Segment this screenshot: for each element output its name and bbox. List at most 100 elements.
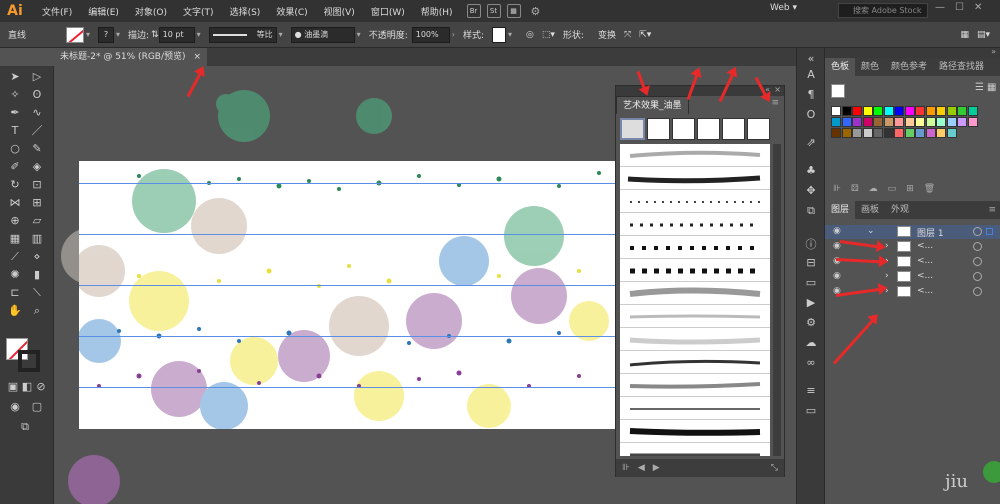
color-swatch[interactable] xyxy=(894,106,904,116)
close-icon[interactable]: ✕ xyxy=(974,2,982,13)
brush-thumb[interactable] xyxy=(697,118,720,140)
menu-file[interactable]: 文件(F) xyxy=(34,5,80,18)
gpu-icon[interactable]: ⚙ xyxy=(531,5,541,18)
color-swatch[interactable] xyxy=(967,117,978,127)
graph-tool-icon[interactable]: ▮ xyxy=(28,268,46,282)
color-swatch[interactable] xyxy=(946,117,957,127)
lasso-icon[interactable]: ʘ xyxy=(28,88,46,102)
artboard-tool-icon[interactable]: ⊏ xyxy=(6,286,24,300)
menu-window[interactable]: 窗口(W) xyxy=(363,5,413,18)
color-swatch[interactable] xyxy=(831,128,841,138)
selection-tool-icon[interactable]: ➤ xyxy=(6,70,24,84)
none-mode-icon[interactable]: ⊘ xyxy=(32,380,50,394)
color-swatch[interactable] xyxy=(883,128,894,138)
gradient-icon[interactable]: ▥ xyxy=(28,232,46,246)
menu-icon[interactable]: ≡ xyxy=(802,384,820,398)
brush-item[interactable] xyxy=(620,374,770,397)
color-swatch[interactable] xyxy=(936,128,946,138)
rotate-icon[interactable]: ↻ xyxy=(6,178,24,192)
color-swatch[interactable] xyxy=(873,117,883,127)
workspace-icon[interactable]: ▤▾ xyxy=(977,30,990,40)
layer-row[interactable]: ◉ › <... xyxy=(825,270,1000,284)
curvature-icon[interactable]: ∿ xyxy=(28,106,46,120)
color-swatch[interactable] xyxy=(831,117,841,127)
panel-menu-icon[interactable]: ≡ xyxy=(988,205,996,215)
list-view-icon[interactable]: ☰ xyxy=(975,82,984,93)
stock-button[interactable]: St xyxy=(486,4,501,18)
color-swatch[interactable] xyxy=(862,106,873,116)
path-guide[interactable] xyxy=(79,234,616,235)
blend-icon[interactable]: ⋄ xyxy=(28,250,46,264)
panel-options-icon[interactable]: ▦ xyxy=(960,30,969,40)
color-swatch[interactable] xyxy=(936,117,946,127)
menu-object[interactable]: 对象(O) xyxy=(127,5,175,18)
target-icon[interactable] xyxy=(973,227,982,236)
type-tool-icon[interactable]: T xyxy=(6,124,24,138)
brush-item[interactable] xyxy=(620,397,770,420)
color-swatch[interactable] xyxy=(862,117,873,127)
color-swatch[interactable] xyxy=(915,117,925,127)
brush-thumb[interactable] xyxy=(620,118,645,140)
layer-row[interactable]: ◉ ⌄ 图层 1 xyxy=(825,225,1000,239)
symbols-icon[interactable]: ♣ xyxy=(802,164,820,178)
menu-select[interactable]: 选择(S) xyxy=(222,5,269,18)
color-swatch[interactable] xyxy=(925,128,936,138)
opentype-icon[interactable]: O xyxy=(802,108,820,122)
kind-icon[interactable]: ⚄ xyxy=(851,184,859,194)
color-swatch[interactable] xyxy=(841,128,852,138)
screen-mode-icon[interactable]: ⧉ xyxy=(16,420,34,434)
color-swatch[interactable] xyxy=(915,106,925,116)
color-swatch[interactable] xyxy=(925,106,936,116)
fill-swatch[interactable]: ▾ xyxy=(66,26,90,43)
target-icon[interactable] xyxy=(973,257,982,266)
draw-mode-icon[interactable]: ◉ xyxy=(6,400,24,414)
color-swatch[interactable] xyxy=(883,117,894,127)
hand-tool-icon[interactable]: ✋ xyxy=(6,304,24,318)
visibility-icon[interactable]: ◉ xyxy=(833,226,841,236)
delete-icon[interactable]: 🗑 xyxy=(924,184,935,194)
eraser-icon[interactable]: ◈ xyxy=(28,160,46,174)
expand-icon[interactable]: ⤡ xyxy=(771,463,778,473)
paintbrush-icon[interactable]: ✎ xyxy=(28,142,46,156)
brush-item[interactable] xyxy=(620,443,770,456)
free-transform-icon[interactable]: ⊞ xyxy=(28,196,46,210)
visibility-icon[interactable]: ◉ xyxy=(833,271,841,281)
tab-layers[interactable]: 图层 xyxy=(825,201,856,219)
color-swatch[interactable] xyxy=(852,117,862,127)
tab-artboards[interactable]: 画板 xyxy=(855,201,885,219)
target-icon[interactable] xyxy=(973,242,982,251)
color-swatch[interactable] xyxy=(925,117,936,127)
tab-color[interactable]: 颜色 xyxy=(855,58,885,76)
workspace-select[interactable]: Web ▾ xyxy=(770,3,797,13)
bridge-button[interactable]: Br xyxy=(466,4,481,18)
scrollbar[interactable] xyxy=(773,144,781,456)
color-swatch[interactable] xyxy=(841,106,852,116)
prev-icon[interactable]: ◀ xyxy=(638,463,645,473)
brush-item[interactable] xyxy=(620,351,770,374)
color-swatch[interactable] xyxy=(873,128,883,138)
character-icon[interactable]: A xyxy=(802,68,820,82)
color-swatch[interactable] xyxy=(967,106,978,116)
brush-thumb[interactable] xyxy=(647,118,670,140)
collapse-icon[interactable]: « xyxy=(802,52,820,66)
pathfinder-icon[interactable]: ▭ xyxy=(802,276,820,290)
color-swatch[interactable] xyxy=(852,106,862,116)
layer-row[interactable]: ◉ › <... xyxy=(825,255,1000,269)
shape-builder-icon[interactable]: ⊕ xyxy=(6,214,24,228)
folder-icon[interactable]: ▭ xyxy=(888,184,897,194)
menu-effect[interactable]: 效果(C) xyxy=(268,5,315,18)
brush-item[interactable] xyxy=(620,144,770,167)
links-icon[interactable]: ⧉ xyxy=(802,204,820,218)
transform-button[interactable]: 变换 xyxy=(598,28,616,41)
transform-icon[interactable]: ⤧ xyxy=(624,30,631,40)
cloud-icon[interactable]: ☁ xyxy=(869,184,878,194)
stroke-swatch[interactable]: ? ▾ xyxy=(98,26,120,43)
shaper-icon[interactable]: ✐ xyxy=(6,160,24,174)
color-swatch[interactable] xyxy=(841,117,852,127)
minimize-icon[interactable]: — xyxy=(935,2,945,13)
color-swatch[interactable] xyxy=(957,117,967,127)
target-icon[interactable] xyxy=(973,272,982,281)
next-icon[interactable]: ▶ xyxy=(653,463,660,473)
scale-icon[interactable]: ⊡ xyxy=(28,178,46,192)
chevron-right-icon[interactable]: › xyxy=(885,271,889,281)
